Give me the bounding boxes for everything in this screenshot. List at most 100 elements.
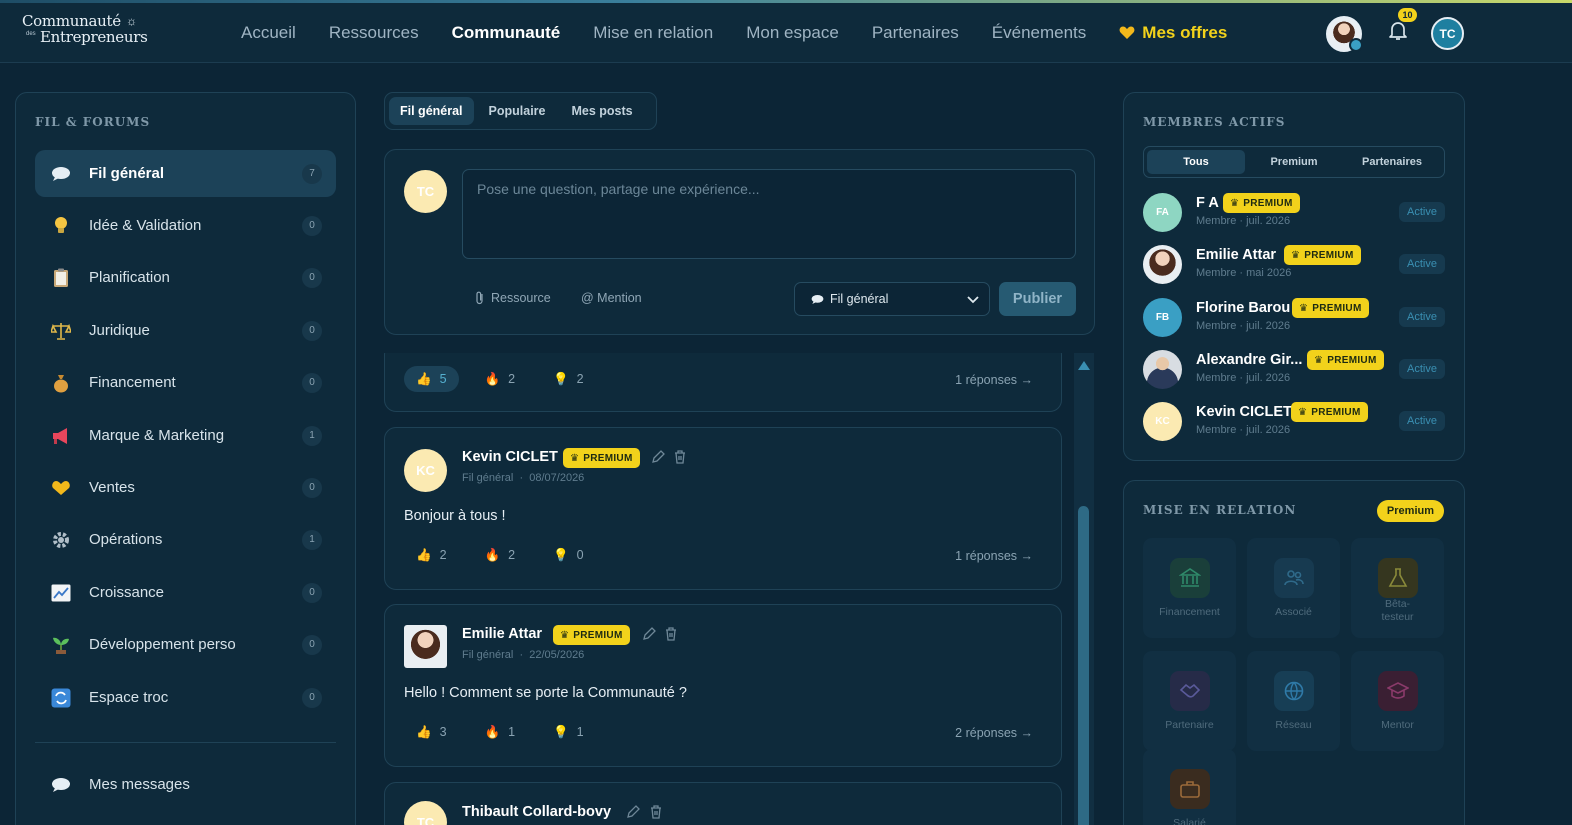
fire-icon: 🔥 — [484, 724, 501, 739]
member-row[interactable]: Alexandre Gir... ♛ PREMIUM Membre · juil.… — [1143, 350, 1445, 390]
nav-evenements[interactable]: Événements — [992, 23, 1087, 43]
reaction-fire[interactable]: 🔥 1 — [473, 719, 528, 745]
member-row[interactable]: KC Kevin CICLET ♛ PREMIUM Membre · juil. … — [1143, 402, 1445, 442]
sidebar-item-label: Espace troc — [89, 689, 169, 706]
nav-accueil[interactable]: Accueil — [241, 23, 296, 43]
mention-button[interactable]: @ Mention — [581, 291, 642, 305]
reaction-thumbs-up[interactable]: 👍 2 — [404, 542, 459, 568]
publish-button[interactable]: Publier — [999, 282, 1076, 316]
sidebar-item-juridique[interactable]: Juridique 0 — [35, 307, 336, 354]
member-name: Alexandre Gir... — [1196, 352, 1303, 368]
replies-link[interactable]: 2 réponses → — [955, 726, 1033, 740]
nav-partenaires[interactable]: Partenaires — [872, 23, 959, 43]
trash-icon[interactable] — [663, 626, 679, 642]
post-reactions: 👍 3 🔥 1 💡 1 — [404, 719, 596, 745]
feed-scrollbar-thumb[interactable] — [1078, 506, 1089, 825]
relation-tile-partenaire[interactable]: Partenaire — [1143, 651, 1236, 751]
chart-icon — [51, 583, 71, 603]
member-avatar: FA — [1143, 193, 1182, 232]
member-subtitle: Membre · juil. 2026 — [1196, 215, 1291, 227]
member-subtitle: Membre · juil. 2026 — [1196, 320, 1291, 332]
relation-tile-mentor[interactable]: Mentor — [1351, 651, 1444, 751]
post-author[interactable]: Emilie Attar — [462, 626, 542, 642]
post-author[interactable]: Kevin CICLET — [462, 449, 558, 465]
sidebar-item-ventes[interactable]: Ventes 0 — [35, 464, 336, 511]
reaction-idea[interactable]: 💡 0 — [541, 542, 596, 568]
member-status: Active — [1399, 307, 1445, 327]
relation-tile-reseau[interactable]: Réseau — [1247, 651, 1340, 751]
channel-select[interactable]: Fil général — [794, 282, 990, 316]
post-meta: Fil général · 08/07/2026 — [462, 472, 585, 484]
premium-badge-label: PREMIUM — [1243, 197, 1293, 209]
reaction-idea[interactable]: 💡 1 — [541, 719, 596, 745]
reaction-fire[interactable]: 🔥 2 — [473, 542, 528, 568]
scroll-up-arrow-icon[interactable] — [1076, 358, 1092, 372]
post-body: Bonjour à tous ! — [404, 508, 506, 524]
sidebar-item-planification[interactable]: Planification 0 — [35, 254, 336, 301]
member-row[interactable]: FB Florine Barou ♛ PREMIUM Membre · juil.… — [1143, 298, 1445, 338]
sidebar-item-financement[interactable]: Financement 0 — [35, 359, 336, 406]
reaction-idea[interactable]: 💡 2 — [541, 366, 596, 392]
members-tab-tous[interactable]: Tous — [1147, 150, 1245, 174]
member-row[interactable]: FA F A ♛ PREMIUM Membre · juil. 2026 Acti… — [1143, 193, 1445, 233]
nav-ressources[interactable]: Ressources — [329, 23, 419, 43]
reaction-thumbs-up[interactable]: 👍 5 — [404, 366, 459, 392]
replies-link[interactable]: 1 réponses → — [955, 549, 1033, 563]
members-tabs: Tous Premium Partenaires — [1143, 146, 1445, 178]
edit-pencil-icon[interactable] — [650, 449, 666, 465]
nav-communaute[interactable]: Communauté — [452, 23, 561, 43]
reaction-count: 3 — [439, 725, 447, 739]
trash-icon[interactable] — [672, 449, 688, 465]
members-tab-premium[interactable]: Premium — [1245, 150, 1343, 174]
sidebar-item-count: 0 — [302, 477, 322, 498]
sidebar-item-marque-marketing[interactable]: Marque & Marketing 1 — [35, 412, 336, 459]
sidebar-item-croissance[interactable]: Croissance 0 — [35, 569, 336, 616]
post-author[interactable]: Thibault Collard-bovy — [462, 804, 611, 820]
logo[interactable]: Communauté des Entrepreneurs ☼ — [22, 12, 162, 50]
nav-mise-en-relation[interactable]: Mise en relation — [593, 23, 713, 43]
relation-tile-label: Associé — [1275, 606, 1312, 618]
reaction-count: 2 — [576, 372, 584, 386]
sidebar-item-count: 0 — [302, 582, 322, 603]
premium-badge: ♛ PREMIUM — [1307, 350, 1384, 370]
reaction-fire[interactable]: 🔥 2 — [473, 366, 528, 392]
member-subtitle: Membre · juil. 2026 — [1196, 372, 1291, 384]
post-input[interactable] — [462, 169, 1076, 259]
crown-icon: ♛ — [1299, 302, 1309, 314]
member-row[interactable]: Emilie Attar ♛ PREMIUM Membre · mai 2026 … — [1143, 245, 1445, 285]
sidebar-item-fil-general[interactable]: Fil général 7 — [35, 150, 336, 197]
sidebar-item-developpement-perso[interactable]: Développement perso 0 — [35, 621, 336, 668]
member-status: Active — [1399, 202, 1445, 222]
nav-mes-offres[interactable]: Mes offres — [1119, 23, 1227, 43]
relation-tile-beta-testeur[interactable]: Bêta-testeur — [1351, 538, 1444, 638]
relation-tile-label: Salarié — [1173, 817, 1206, 825]
tab-mes-posts[interactable]: Mes posts — [561, 97, 644, 125]
edit-pencil-icon[interactable] — [625, 804, 641, 820]
members-tab-partenaires[interactable]: Partenaires — [1343, 150, 1441, 174]
relation-tile-label: Bêta-testeur — [1381, 598, 1414, 623]
relation-tile-associe[interactable]: Associé — [1247, 538, 1340, 638]
tab-fil-general[interactable]: Fil général — [389, 97, 474, 125]
premium-badge: ♛ PREMIUM — [1292, 298, 1369, 318]
sidebar-item-operations[interactable]: Opérations 1 — [35, 516, 336, 563]
sidebar-item-count: 7 — [302, 163, 322, 184]
clipboard-icon — [51, 268, 71, 288]
sidebar-item-count: 0 — [302, 634, 322, 655]
member-name: Emilie Attar — [1196, 247, 1277, 263]
tab-populaire[interactable]: Populaire — [478, 97, 557, 125]
replies-link[interactable]: 1 réponses → — [955, 373, 1033, 387]
sidebar-item-mes-messages[interactable]: Mes messages — [35, 761, 336, 808]
sidebar-item-count: 1 — [302, 529, 322, 550]
user-avatar[interactable]: TC — [1431, 17, 1464, 50]
resource-button[interactable]: Ressource — [475, 291, 551, 305]
relation-tile-financement[interactable]: Financement — [1143, 538, 1236, 638]
nav-mon-espace[interactable]: Mon espace — [746, 23, 839, 43]
edit-pencil-icon[interactable] — [641, 626, 657, 642]
relation-tile-label: Réseau — [1275, 719, 1312, 731]
sidebar-item-idee-validation[interactable]: Idée & Validation 0 — [35, 202, 336, 249]
sidebar-item-espace-troc[interactable]: Espace troc 0 — [35, 674, 336, 721]
reaction-thumbs-up[interactable]: 👍 3 — [404, 719, 459, 745]
relation-tile-salarie[interactable]: Salarié — [1143, 749, 1236, 825]
trash-icon[interactable] — [648, 804, 664, 820]
member-photo — [1143, 245, 1182, 284]
